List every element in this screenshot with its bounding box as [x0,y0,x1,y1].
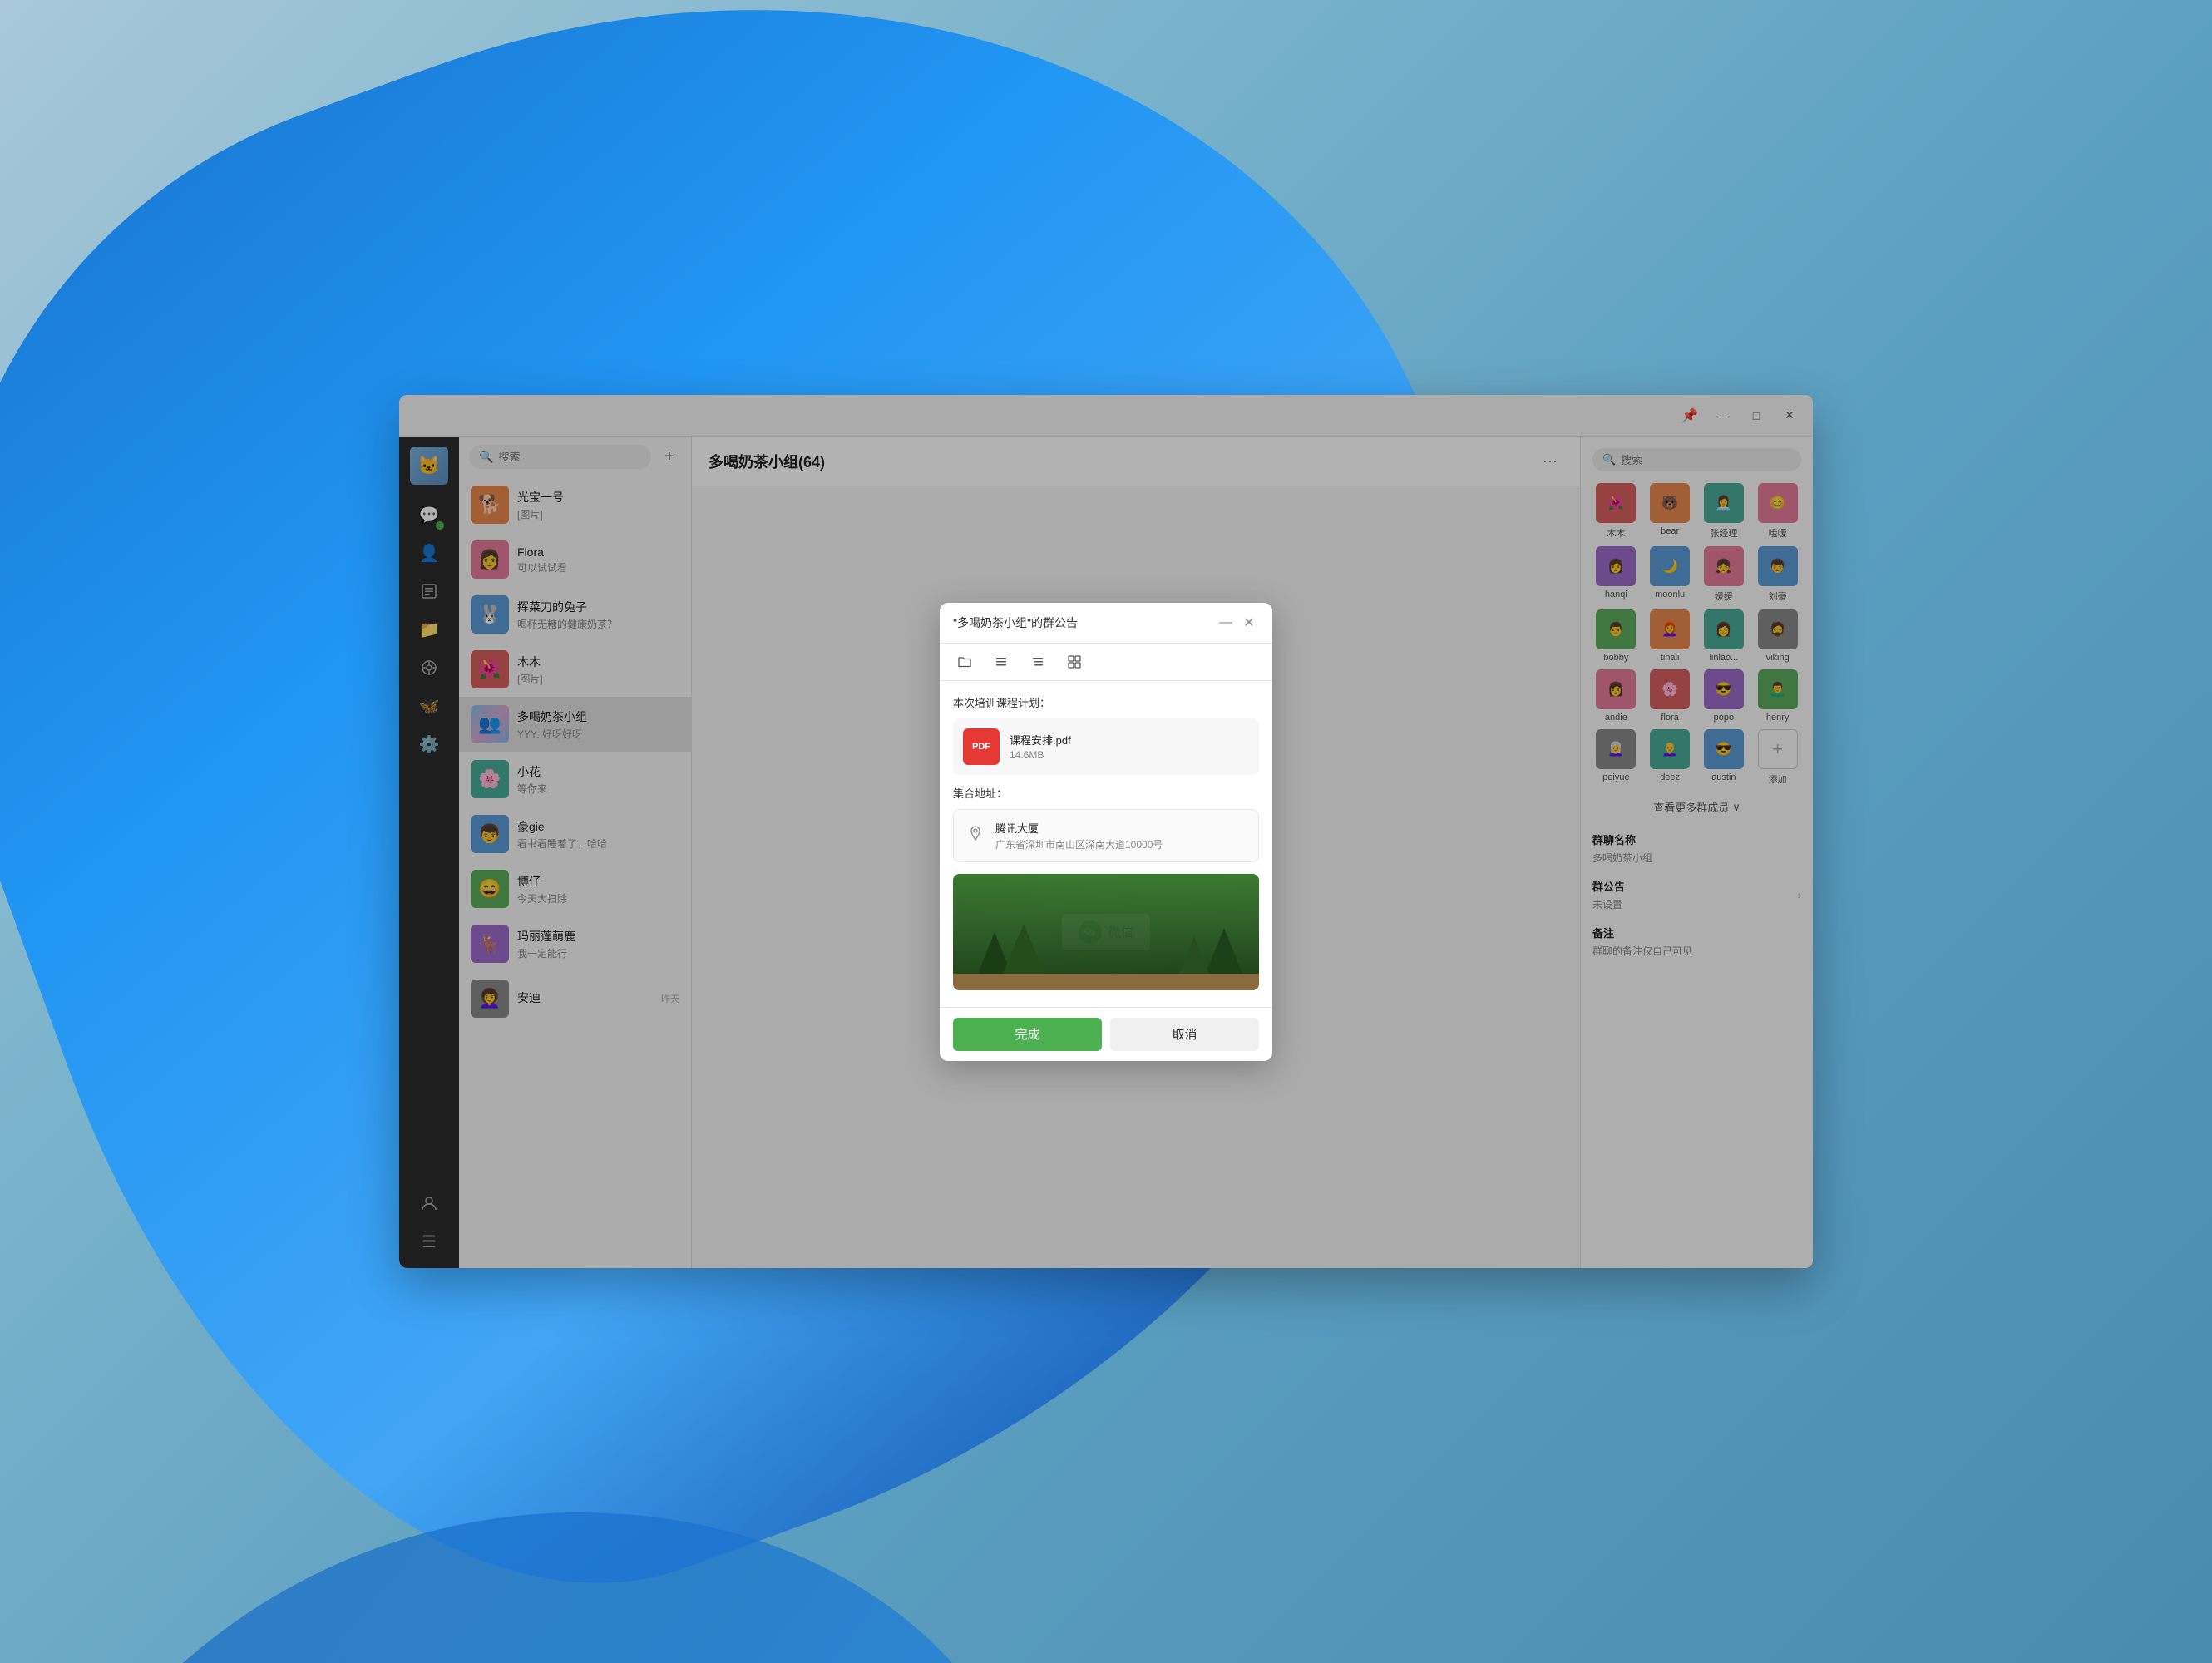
modal-location-image: 微信 [953,874,1259,990]
toolbar-folder-icon[interactable] [953,650,976,674]
address-info: 腾讯大厦 广东省深圳市南山区深南大道10000号 [995,820,1248,851]
address-detail: 广东省深圳市南山区深南大道10000号 [995,837,1248,851]
modal-minimize-button[interactable]: — [1216,613,1236,633]
modal-footer: 完成 取消 [940,1007,1272,1061]
file-item[interactable]: PDF 课程安排.pdf 14.6MB [953,718,1259,775]
toolbar-grid-icon[interactable] [1063,650,1086,674]
pdf-icon: PDF [963,728,1000,765]
section-title-course: 本次培训课程计划： [953,694,1259,710]
modal-close-button[interactable]: ✕ [1239,613,1259,633]
address-section: 腾讯大厦 广东省深圳市南山区深南大道10000号 [953,809,1259,862]
modal-title-actions: — ✕ [1216,613,1259,633]
modal-title: "多喝奶茶小组"的群公告 [953,614,1078,631]
cancel-button[interactable]: 取消 [1110,1018,1259,1051]
address-name: 腾讯大厦 [995,820,1248,836]
modal-overlay[interactable]: "多喝奶茶小组"的群公告 — ✕ [399,395,1813,1268]
toolbar-indent-icon[interactable] [1026,650,1049,674]
group-announcement-modal: "多喝奶茶小组"的群公告 — ✕ [940,603,1272,1061]
modal-body: 本次培训课程计划： PDF 课程安排.pdf 14.6MB 集合地址： [940,681,1272,1007]
file-size: 14.6MB [1010,749,1249,761]
wechat-window: 📌 — □ ✕ 🐱 💬 👤 📁 [399,395,1813,1268]
modal-title-bar: "多喝奶茶小组"的群公告 — ✕ [940,603,1272,644]
file-info: 课程安排.pdf 14.6MB [1010,732,1249,761]
file-name: 课程安排.pdf [1010,732,1249,748]
confirm-button[interactable]: 完成 [953,1018,1102,1051]
section-title-address: 集合地址： [953,785,1259,801]
address-item[interactable]: 腾讯大厦 广东省深圳市南山区深南大道10000号 [953,809,1259,862]
toolbar-list-icon[interactable] [990,650,1013,674]
modal-toolbar [940,644,1272,681]
location-icon [964,822,987,845]
